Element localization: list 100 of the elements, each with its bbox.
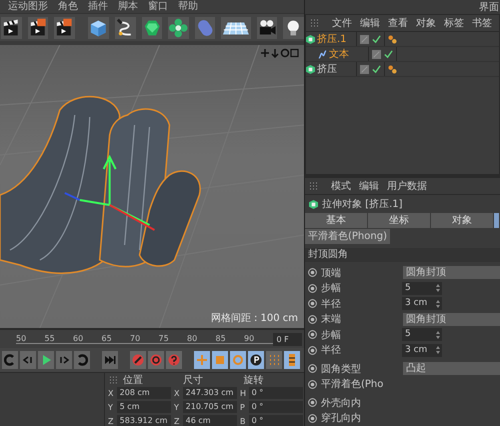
floor-grid-icon[interactable]: [221, 16, 251, 38]
record-icon: [150, 354, 162, 366]
extrude-icon: [306, 34, 315, 44]
menu-item[interactable]: 对象: [416, 16, 436, 30]
frame-tick-label: 70: [130, 334, 158, 344]
frame-tick-label: 85: [216, 334, 244, 344]
move-icon: [196, 354, 208, 366]
menu-item[interactable]: 文件: [332, 16, 352, 30]
coordinate-field[interactable]: 247.303 cm: [182, 387, 237, 399]
number-field[interactable]: 5: [402, 282, 442, 295]
frame-tick-label: 75: [158, 334, 187, 344]
3d-viewport-drawing[interactable]: [0, 45, 304, 328]
object-row[interactable]: 挤压: [306, 62, 499, 77]
layer-icon[interactable]: [360, 34, 369, 44]
spline-pen-icon[interactable]: [114, 16, 136, 38]
column-header: 尺寸: [183, 374, 204, 386]
keyframe-help-button[interactable]: [166, 351, 182, 369]
menu-item[interactable]: 编辑: [359, 179, 379, 193]
coordinate-field[interactable]: 583.912 cm: [116, 415, 171, 426]
coordinate-field[interactable]: 46 cm: [182, 415, 237, 426]
dropdown[interactable]: 圆角封顶: [403, 266, 500, 280]
tab[interactable]: 基本: [305, 213, 367, 228]
column-header: 位置: [122, 374, 144, 386]
tab[interactable]: 对象: [431, 213, 493, 228]
menu-item[interactable]: 用户数据: [387, 179, 427, 193]
phong-tag-icon[interactable]: [388, 34, 397, 44]
coordinate-field[interactable]: 210.705 cm: [182, 401, 237, 413]
number-field[interactable]: 3 cm: [402, 344, 442, 357]
flower-icon[interactable]: [168, 16, 189, 38]
clapperboard-icon[interactable]: [28, 16, 48, 38]
menu-item[interactable]: 帮助: [178, 0, 198, 12]
grip-icon[interactable]: [109, 376, 117, 384]
play-button[interactable]: [38, 351, 54, 369]
dropdown[interactable]: 凸起: [403, 362, 500, 376]
scale-icon: [214, 354, 226, 366]
menu-item[interactable]: 窗口: [148, 0, 168, 12]
record-key-button[interactable]: [130, 351, 146, 369]
parameter-label: 步幅: [321, 282, 341, 296]
gem-icon[interactable]: [142, 16, 162, 38]
view-navigation-icon[interactable]: [260, 48, 300, 58]
key-icon: [132, 354, 144, 366]
menu-item[interactable]: 编辑: [360, 16, 380, 30]
number-field[interactable]: 3 cm: [402, 297, 442, 310]
spinner-icon[interactable]: [436, 346, 440, 354]
menu-item[interactable]: 模式: [331, 179, 351, 193]
spinner-icon[interactable]: [436, 284, 440, 292]
camera-icon[interactable]: [256, 16, 278, 38]
frame-tick-label: 50: [16, 334, 44, 344]
menu-item[interactable]: 查看: [388, 16, 408, 30]
layer-icon[interactable]: [360, 64, 369, 74]
timeline-ruler[interactable]: 50 55 60 65 70 75 80 85 90 0 F: [0, 328, 304, 348]
grip-icon[interactable]: [310, 19, 318, 27]
previous-arrow-icon: [22, 354, 34, 366]
object-row[interactable]: 挤压.1: [306, 32, 499, 47]
layer-icon[interactable]: [372, 50, 381, 58]
object-name: 挤压: [317, 62, 337, 76]
spinner-icon[interactable]: [436, 330, 440, 339]
frame-field[interactable]: 0 F: [272, 332, 302, 346]
menu-item[interactable]: 书签: [472, 16, 492, 30]
coordinate-field[interactable]: 208 cm: [116, 387, 171, 399]
film-strip-button[interactable]: [284, 351, 300, 369]
dropdown[interactable]: 圆角封顶: [403, 312, 500, 326]
light-bulb-icon[interactable]: [283, 16, 304, 38]
menu-item[interactable]: 脚本: [118, 0, 138, 12]
object-row[interactable]: 文本: [306, 47, 499, 62]
next-key-button[interactable]: [56, 351, 72, 369]
parameter-key-button[interactable]: [248, 351, 264, 369]
menu-item[interactable]: 插件: [88, 0, 108, 12]
tab[interactable]: 平滑着色(Phong): [305, 229, 390, 244]
parameter-label: 半径: [321, 298, 341, 311]
clapperboard-icon[interactable]: [54, 16, 75, 38]
capsule-icon[interactable]: [194, 16, 216, 38]
menu-item[interactable]: 角色: [58, 0, 78, 12]
coordinate-field[interactable]: 0 °: [248, 401, 303, 413]
axis-label: X: [108, 388, 114, 398]
parameter-label: 穿孔向内: [321, 412, 361, 426]
autokey-button[interactable]: [148, 351, 164, 369]
axis-label: B: [240, 416, 246, 426]
phong-tag-icon[interactable]: [388, 64, 397, 74]
coordinate-field[interactable]: 5 cm: [116, 401, 171, 413]
spinner-icon[interactable]: [436, 300, 440, 308]
number-field[interactable]: 5: [402, 328, 442, 342]
previous-key-button[interactable]: [20, 351, 36, 369]
menu-item[interactable]: 标签: [444, 16, 464, 30]
go-to-end-button[interactable]: [102, 351, 118, 369]
section-header[interactable]: 封顶圆角: [305, 248, 500, 262]
grip-icon[interactable]: [309, 182, 317, 190]
loop-forward-button[interactable]: [74, 351, 90, 369]
column-header: 旋转: [244, 374, 265, 386]
tab[interactable]: 坐标: [368, 213, 430, 228]
coordinate-field[interactable]: 0 °: [248, 387, 303, 399]
cube-icon[interactable]: [88, 16, 109, 38]
layout-label[interactable]: 界面: [479, 0, 499, 14]
coordinate-field[interactable]: 0 °: [248, 415, 303, 426]
parameter-label: 圆角类型: [321, 362, 361, 376]
clapperboard-icon[interactable]: [1, 16, 22, 38]
frame-tick-label: 60: [73, 334, 102, 344]
loop-back-button[interactable]: [2, 351, 18, 369]
menu-item[interactable]: 运动图形: [8, 0, 48, 12]
object-name: 文本: [329, 48, 349, 61]
